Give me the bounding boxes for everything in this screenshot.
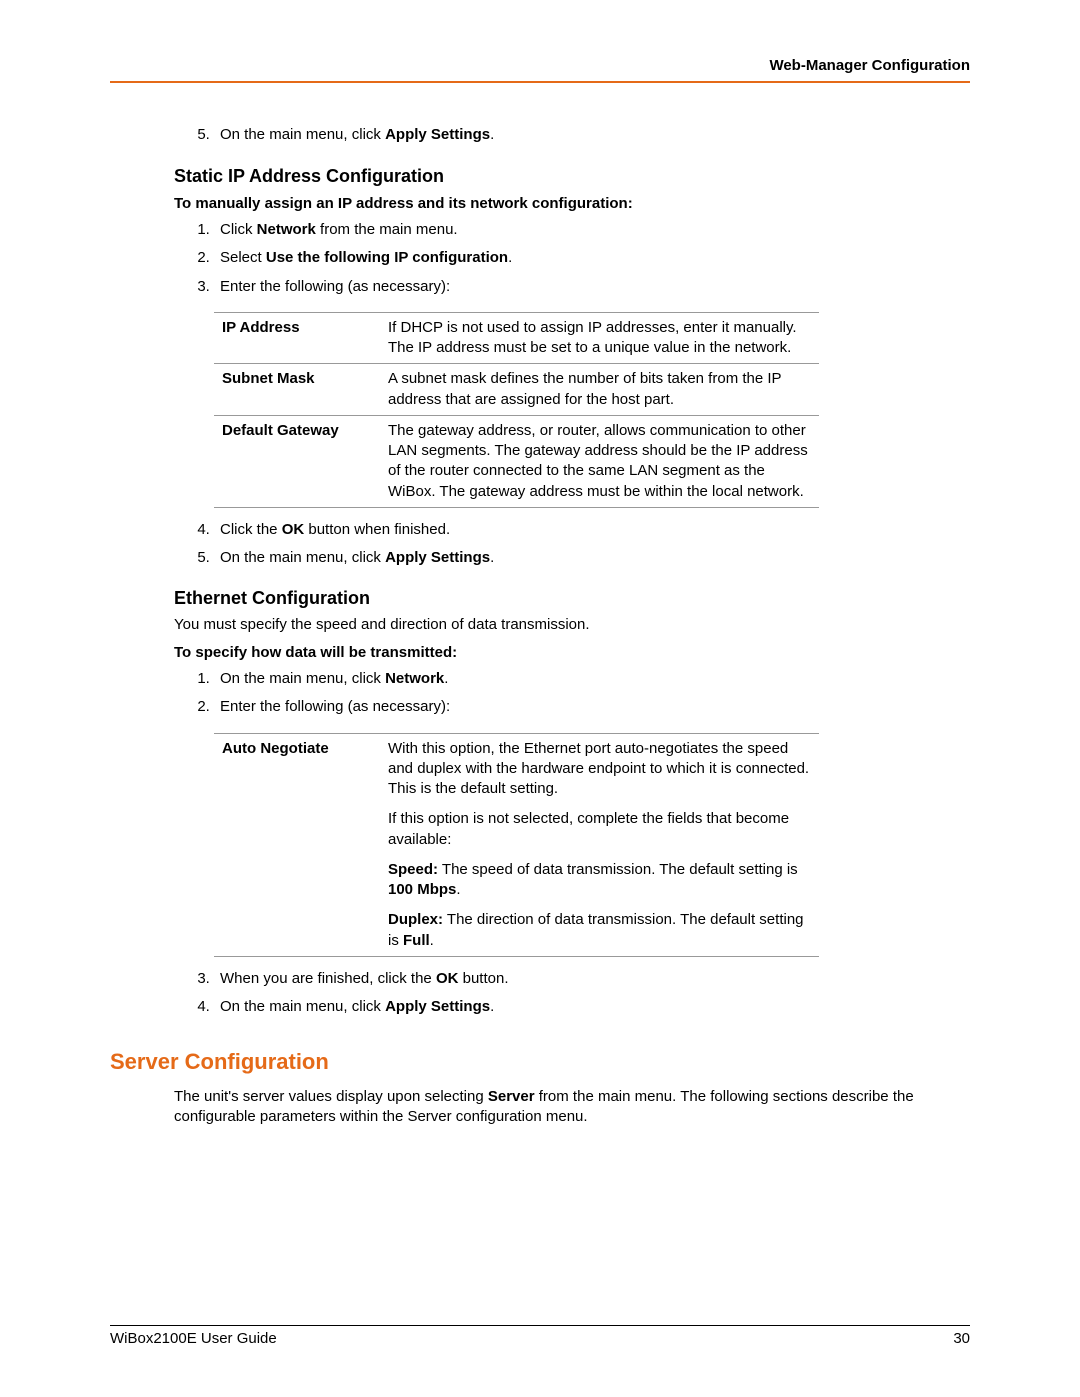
step-item: On the main menu, click Apply Settings. [214, 997, 970, 1017]
ip-address-label: IP Address [214, 312, 380, 364]
footer-page-number: 30 [953, 1329, 970, 1349]
step-item: Click Network from the main menu. [214, 220, 970, 240]
static-ip-steps: Click Network from the main menu. Select… [214, 220, 970, 297]
list-continuation: On the main menu, click Apply Settings. [214, 125, 970, 145]
network-text: Network [257, 221, 316, 238]
step-item: Click the OK button when finished. [214, 520, 970, 540]
step-item: Select Use the following IP configuratio… [214, 248, 970, 268]
server-config-para: The unit's server values display upon se… [174, 1087, 970, 1128]
network-text: Network [385, 670, 444, 687]
step-text: . [490, 126, 494, 143]
ethernet-steps: On the main menu, click Network. Enter t… [214, 669, 970, 718]
step-item: On the main menu, click Apply Settings. [214, 548, 970, 568]
default-gateway-desc: The gateway address, or router, allows c… [380, 415, 819, 507]
step-text: On the main menu, click [220, 126, 385, 143]
server-text: Server [488, 1088, 535, 1105]
ip-address-desc: If DHCP is not used to assign IP address… [380, 312, 819, 364]
ok-text: OK [282, 521, 305, 538]
duplex-label: Duplex: [388, 911, 443, 928]
ok-text: OK [436, 970, 459, 987]
ethernet-steps-cont: When you are finished, click the OK butt… [214, 969, 970, 1018]
step-item-5: On the main menu, click Apply Settings. [214, 125, 970, 145]
step-item: Enter the following (as necessary): [214, 697, 970, 717]
default-gateway-label: Default Gateway [214, 415, 380, 507]
ethernet-intro2: To specify how data will be transmitted: [174, 643, 970, 663]
ethernet-intro: You must specify the speed and direction… [174, 615, 970, 635]
auto-negotiate-desc: With this option, the Ethernet port auto… [380, 733, 819, 956]
table-row: Auto Negotiate With this option, the Eth… [214, 733, 819, 956]
page-footer: WiBox2100E User Guide 30 [110, 1325, 970, 1349]
static-ip-steps-cont: Click the OK button when finished. On th… [214, 520, 970, 569]
apply-settings-text: Apply Settings [385, 998, 490, 1015]
static-ip-heading: Static IP Address Configuration [174, 164, 970, 188]
table-row: Default Gateway The gateway address, or … [214, 415, 819, 507]
table-row: Subnet Mask A subnet mask defines the nu… [214, 364, 819, 416]
footer-guide-name: WiBox2100E User Guide [110, 1329, 277, 1349]
table-row: IP Address If DHCP is not used to assign… [214, 312, 819, 364]
ethernet-heading: Ethernet Configuration [174, 586, 970, 610]
step-item: Enter the following (as necessary): [214, 277, 970, 297]
ethernet-table: Auto Negotiate With this option, the Eth… [214, 733, 819, 957]
auto-negotiate-label: Auto Negotiate [214, 733, 380, 956]
page-header-title: Web-Manager Configuration [110, 56, 970, 81]
server-config-heading: Server Configuration [110, 1047, 970, 1077]
page-header: Web-Manager Configuration [110, 56, 970, 83]
subnet-mask-label: Subnet Mask [214, 364, 380, 416]
subnet-mask-desc: A subnet mask defines the number of bits… [380, 364, 819, 416]
apply-settings-text: Apply Settings [385, 549, 490, 566]
content-body: On the main menu, click Apply Settings. … [110, 125, 970, 1127]
speed-label: Speed: [388, 861, 438, 878]
apply-settings-text: Apply Settings [385, 126, 490, 143]
static-ip-intro: To manually assign an IP address and its… [174, 194, 970, 214]
use-following-ip-text: Use the following IP configuration [266, 249, 508, 266]
step-item: When you are finished, click the OK butt… [214, 969, 970, 989]
step-item: On the main menu, click Network. [214, 669, 970, 689]
ip-config-table: IP Address If DHCP is not used to assign… [214, 312, 819, 508]
